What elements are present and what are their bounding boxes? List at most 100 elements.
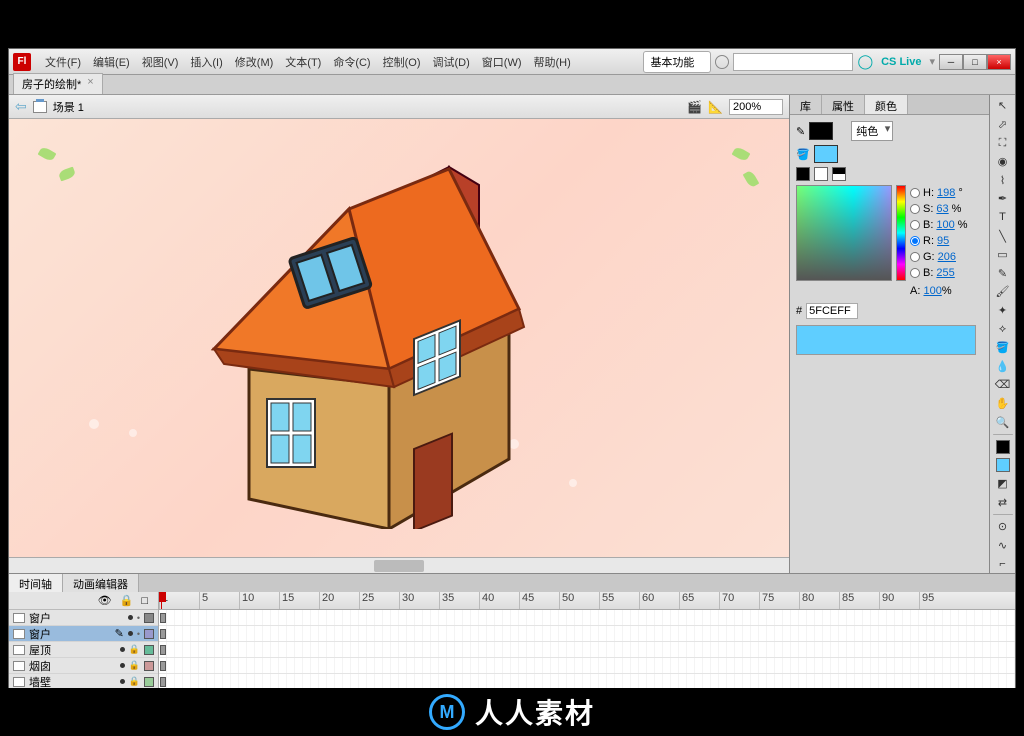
document-tab[interactable]: 房子的绘制* ×	[13, 73, 103, 94]
layer-row[interactable]: 窗户 •	[9, 610, 158, 626]
menu-text[interactable]: 文本(T)	[279, 51, 327, 73]
search-input[interactable]	[733, 53, 853, 71]
menu-window[interactable]: 窗口(W)	[476, 51, 528, 73]
keyframe-icon[interactable]	[160, 613, 166, 623]
lasso-tool-icon[interactable]: ⌇	[992, 171, 1014, 189]
straighten-tool-icon[interactable]: ⌐	[992, 555, 1014, 573]
bone-tool-icon[interactable]: ⟡	[992, 320, 1014, 338]
eraser-tool-icon[interactable]: ⌫	[992, 376, 1014, 394]
document-tab-close-icon[interactable]: ×	[87, 76, 93, 92]
fill-color-icon[interactable]	[992, 456, 1014, 474]
bw-swatch-icon[interactable]	[796, 167, 810, 181]
menu-modify[interactable]: 修改(M)	[229, 51, 280, 73]
close-button[interactable]: ×	[987, 54, 1011, 70]
text-tool-icon[interactable]: T	[992, 209, 1014, 227]
visibility-dot-icon[interactable]	[120, 679, 125, 684]
outline-swatch[interactable]	[144, 661, 154, 671]
outline-swatch[interactable]	[144, 645, 154, 655]
frame-row[interactable]	[159, 610, 1015, 626]
pencil-tool-icon[interactable]: ✎	[992, 264, 1014, 282]
swap-colors-icon[interactable]: ⇄	[992, 494, 1014, 512]
layer-row[interactable]: 屋顶 🔒	[9, 642, 158, 658]
outline-swatch[interactable]	[144, 613, 154, 623]
pen-tool-icon[interactable]: ✒	[992, 190, 1014, 208]
keyframe-icon[interactable]	[160, 677, 166, 687]
radio-r[interactable]	[910, 236, 920, 246]
cslive-button[interactable]: CS Live	[877, 56, 925, 68]
snap-tool-icon[interactable]: ⊙	[992, 518, 1014, 536]
color-field[interactable]	[796, 185, 892, 281]
radio-b[interactable]	[910, 220, 920, 230]
menu-help[interactable]: 帮助(H)	[528, 51, 577, 73]
free-transform-tool-icon[interactable]: ⛶	[992, 134, 1014, 152]
visibility-dot-icon[interactable]	[128, 615, 133, 620]
menu-debug[interactable]: 调试(D)	[427, 51, 476, 73]
radio-s[interactable]	[910, 204, 920, 214]
lock-icon[interactable]: •	[137, 629, 140, 639]
workspace-dropdown[interactable]: 基本功能	[643, 51, 711, 73]
layer-row[interactable]: 烟囱 🔒	[9, 658, 158, 674]
tab-color[interactable]: 颜色	[865, 95, 908, 114]
back-arrow-icon[interactable]: ⇦	[15, 98, 27, 115]
paint-bucket-tool-icon[interactable]: 🪣	[992, 339, 1014, 357]
keyframe-icon[interactable]	[160, 661, 166, 671]
tab-timeline[interactable]: 时间轴	[9, 574, 63, 592]
hand-tool-icon[interactable]: ✋	[992, 395, 1014, 413]
fill-type-dropdown[interactable]: 纯色	[851, 121, 893, 141]
keyframe-icon[interactable]	[160, 645, 166, 655]
menu-control[interactable]: 控制(O)	[377, 51, 427, 73]
fill-swatch[interactable]	[814, 145, 838, 163]
radio-bl[interactable]	[910, 268, 920, 278]
brush-tool-icon[interactable]: 🖌	[992, 283, 1014, 301]
lock-icon[interactable]: •	[137, 613, 140, 623]
layer-row[interactable]: 窗户 ✎ •	[9, 626, 158, 642]
stroke-swatch[interactable]	[809, 122, 833, 140]
frame-row[interactable]	[159, 642, 1015, 658]
deco-tool-icon[interactable]: ✦	[992, 302, 1014, 320]
tab-motion-editor[interactable]: 动画编辑器	[63, 574, 139, 592]
lock-icon[interactable]: 🔒	[129, 660, 140, 671]
menu-edit[interactable]: 编辑(E)	[87, 51, 136, 73]
selection-tool-icon[interactable]: ↖	[992, 97, 1014, 115]
smooth-tool-icon[interactable]: ∿	[992, 537, 1014, 555]
edit-scene-icon[interactable]: 🎬	[687, 100, 702, 114]
maximize-button[interactable]: □	[963, 54, 987, 70]
menu-view[interactable]: 视图(V)	[136, 51, 185, 73]
menu-insert[interactable]: 插入(I)	[184, 51, 228, 73]
radio-h[interactable]	[910, 188, 920, 198]
noswatch-icon[interactable]	[814, 167, 828, 181]
tab-library[interactable]: 库	[790, 95, 822, 114]
hex-input[interactable]	[806, 303, 858, 319]
eyedropper-tool-icon[interactable]: 💧	[992, 358, 1014, 376]
rectangle-tool-icon[interactable]: ▭	[992, 246, 1014, 264]
outline-header-icon[interactable]: □	[141, 595, 148, 607]
horizontal-scrollbar[interactable]	[9, 557, 789, 573]
visibility-dot-icon[interactable]	[128, 631, 133, 636]
visibility-header-icon[interactable]: 👁	[98, 594, 112, 607]
line-tool-icon[interactable]: ╲	[992, 227, 1014, 245]
menu-commands[interactable]: 命令(C)	[327, 51, 376, 73]
3d-rotation-tool-icon[interactable]: ◉	[992, 153, 1014, 171]
lock-icon[interactable]: 🔒	[129, 644, 140, 655]
radio-g[interactable]	[910, 252, 920, 262]
edit-symbol-icon[interactable]: 📐	[708, 100, 723, 114]
stage[interactable]	[9, 119, 789, 557]
frame-ruler[interactable]: 15101520253035404550556065707580859095	[159, 592, 1015, 610]
tab-properties[interactable]: 属性	[822, 95, 865, 114]
lock-header-icon[interactable]: 🔒	[120, 594, 134, 607]
bw-default-icon[interactable]: ◩	[992, 475, 1014, 493]
swap-swatch-icon[interactable]	[832, 167, 846, 181]
hue-slider[interactable]	[896, 185, 906, 281]
zoom-tool-icon[interactable]: 🔍	[992, 413, 1014, 431]
visibility-dot-icon[interactable]	[120, 647, 125, 652]
subselection-tool-icon[interactable]: ⬀	[992, 116, 1014, 134]
minimize-button[interactable]: ─	[939, 54, 963, 70]
zoom-input[interactable]	[729, 99, 783, 115]
outline-swatch[interactable]	[144, 677, 154, 687]
menu-file[interactable]: 文件(F)	[39, 51, 87, 73]
frame-row[interactable]	[159, 658, 1015, 674]
lock-icon[interactable]: 🔒	[129, 676, 140, 687]
keyframe-icon[interactable]	[160, 629, 166, 639]
visibility-dot-icon[interactable]	[120, 663, 125, 668]
stroke-color-icon[interactable]	[992, 438, 1014, 456]
